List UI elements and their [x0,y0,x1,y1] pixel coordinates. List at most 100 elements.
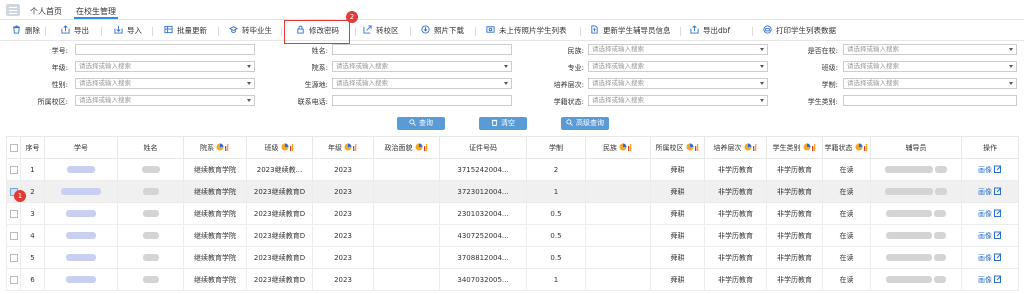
portrait-link[interactable]: 画像 [978,188,992,196]
header-id[interactable]: 证件号码 [439,136,527,159]
cell-ethnicity [585,158,651,181]
edit-icon[interactable] [994,253,1002,261]
table-row[interactable]: 1 继续教育学院 2023继续教... 2023 3715242004... 2 舜耕 非学历… [6,158,1019,181]
cell-counselor [870,246,962,269]
category-input[interactable] [843,95,1017,106]
name-input[interactable] [332,44,512,55]
cell-campus: 舜耕 [650,158,705,181]
header-campus[interactable]: 所属校区 [650,136,705,159]
edit-icon[interactable] [994,209,1002,217]
status-select[interactable]: 请选择或输入搜索 [588,95,768,106]
header-type[interactable]: 学生类别 [766,136,823,159]
cell-type: 非学历教育 [766,158,823,181]
batch-update-button[interactable]: 批量更新 [164,25,207,37]
cell-status: 在读 [822,180,871,203]
header-college[interactable]: 院系 [183,136,247,159]
header-student-no[interactable]: 学号 [44,136,118,159]
select-all-checkbox[interactable] [6,136,21,159]
header-class[interactable]: 班级 [246,136,313,159]
table-row[interactable]: 6 继续教育学院 2023继续教育D 2023 3407032005... 1 舜耕 非学历教… [6,268,1019,291]
header-name[interactable]: 姓名 [117,136,184,159]
edit-icon[interactable] [994,231,1002,239]
chart-icon[interactable] [686,143,700,151]
row-checkbox[interactable] [6,224,21,247]
chart-icon[interactable] [619,143,633,151]
transfer-campus-button[interactable]: 转校区 [363,25,399,37]
cell-name [117,246,184,269]
chart-icon[interactable] [281,143,295,151]
cell-status: 在读 [822,158,871,181]
table-row[interactable]: 3 继续教育学院 2023继续教育D 2023 2301032004... 0.5 舜耕 非学… [6,202,1019,225]
table-row[interactable]: 4 继续教育学院 2023继续教育D 2023 4307252004... 0.5 舜耕 非学… [6,224,1019,247]
menu-icon[interactable] [6,4,20,16]
portrait-link[interactable]: 画像 [978,254,992,262]
gender-select[interactable]: 请选择或输入搜索 [75,78,255,89]
trash-icon [491,119,498,126]
cell-name [117,224,184,247]
delete-button[interactable]: 删除 [12,25,40,37]
cell-ops: 画像 [961,268,1019,291]
tab-home[interactable]: 个人首页 [30,6,62,17]
campus-select[interactable]: 请选择或输入搜索 [75,95,255,106]
cell-name [117,202,184,225]
export-dbf-button[interactable]: 导出dbf [690,25,730,37]
header-level[interactable]: 培养层次 [704,136,767,159]
query-button[interactable]: 查询 [397,117,445,130]
header-counselor[interactable]: 辅导员 [870,136,962,159]
major-select[interactable]: 请选择或输入搜索 [588,61,768,72]
chart-icon[interactable] [803,143,817,151]
header-political[interactable]: 政治面貌 [373,136,440,159]
portrait-link[interactable]: 画像 [978,210,992,218]
chart-icon[interactable] [344,143,358,151]
row-checkbox[interactable] [6,202,21,225]
export-button[interactable]: 导出 [61,25,89,37]
cell-level: 非学历教育 [704,268,767,291]
row-checkbox[interactable] [6,246,21,269]
header-study-years[interactable]: 学制 [526,136,586,159]
photo-download-button[interactable]: 照片下载 [421,25,464,37]
graduation-icon [229,25,238,34]
ethnicity-select[interactable]: 请选择或输入搜索 [588,44,768,55]
grade-select[interactable]: 请选择或输入搜索 [75,61,255,72]
cell-college: 继续教育学院 [183,180,247,203]
level-select[interactable]: 请选择或输入搜索 [588,78,768,89]
import-button[interactable]: 导入 [114,25,142,37]
phone-input[interactable] [332,95,512,106]
print-list-button[interactable]: 打印学生列表数据 [763,25,836,37]
header-ethnicity[interactable]: 民族 [585,136,651,159]
cell-ethnicity [585,180,651,203]
no-photo-list-button[interactable]: 未上传照片学生列表 [486,25,567,37]
in-school-select[interactable]: 请选择或输入搜索 [843,44,1017,55]
header-grade[interactable]: 年级 [312,136,374,159]
chart-icon[interactable] [415,143,429,151]
cell-political [373,246,440,269]
edit-icon[interactable] [994,275,1002,283]
clear-button[interactable]: 清空 [479,117,527,130]
row-checkbox[interactable] [6,268,21,291]
chart-icon[interactable] [744,143,758,151]
tab-student-management[interactable]: 在校生管理 [74,6,118,19]
source-select[interactable]: 请选择或输入搜索 [332,78,512,89]
chart-icon[interactable] [216,143,230,151]
label-status: 学籍状态: [553,98,584,106]
class-select[interactable]: 请选择或输入搜索 [843,61,1017,72]
cell-class: 2023继续教育D [246,202,313,225]
update-counselor-button[interactable]: 更新学生辅导员信息 [590,25,671,37]
table-row[interactable]: 5 继续教育学院 2023继续教育D 2023 3708812004... 0.5 舜耕 非学… [6,246,1019,269]
student-no-input[interactable] [75,44,255,55]
edit-icon[interactable] [994,165,1002,173]
graduate-button[interactable]: 转毕业生 [229,25,272,37]
table-row[interactable]: 2 继续教育学院 2023继续教育D 2023 3723012004... 1 舜耕 非学历教… [6,180,1019,203]
header-status[interactable]: 学籍状态 [822,136,871,159]
portrait-link[interactable]: 画像 [978,276,992,284]
cell-type: 非学历教育 [766,202,823,225]
study-years-select[interactable]: 请选择或输入搜索 [843,78,1017,89]
cell-class: 2023继续教育D [246,246,313,269]
row-checkbox[interactable] [6,158,21,181]
chart-icon[interactable] [855,143,869,151]
edit-icon[interactable] [994,187,1002,195]
portrait-link[interactable]: 画像 [978,232,992,240]
advanced-query-button[interactable]: 高级查询 [561,117,609,130]
portrait-link[interactable]: 画像 [978,166,992,174]
college-select[interactable]: 请选择或输入搜索 [332,61,512,72]
